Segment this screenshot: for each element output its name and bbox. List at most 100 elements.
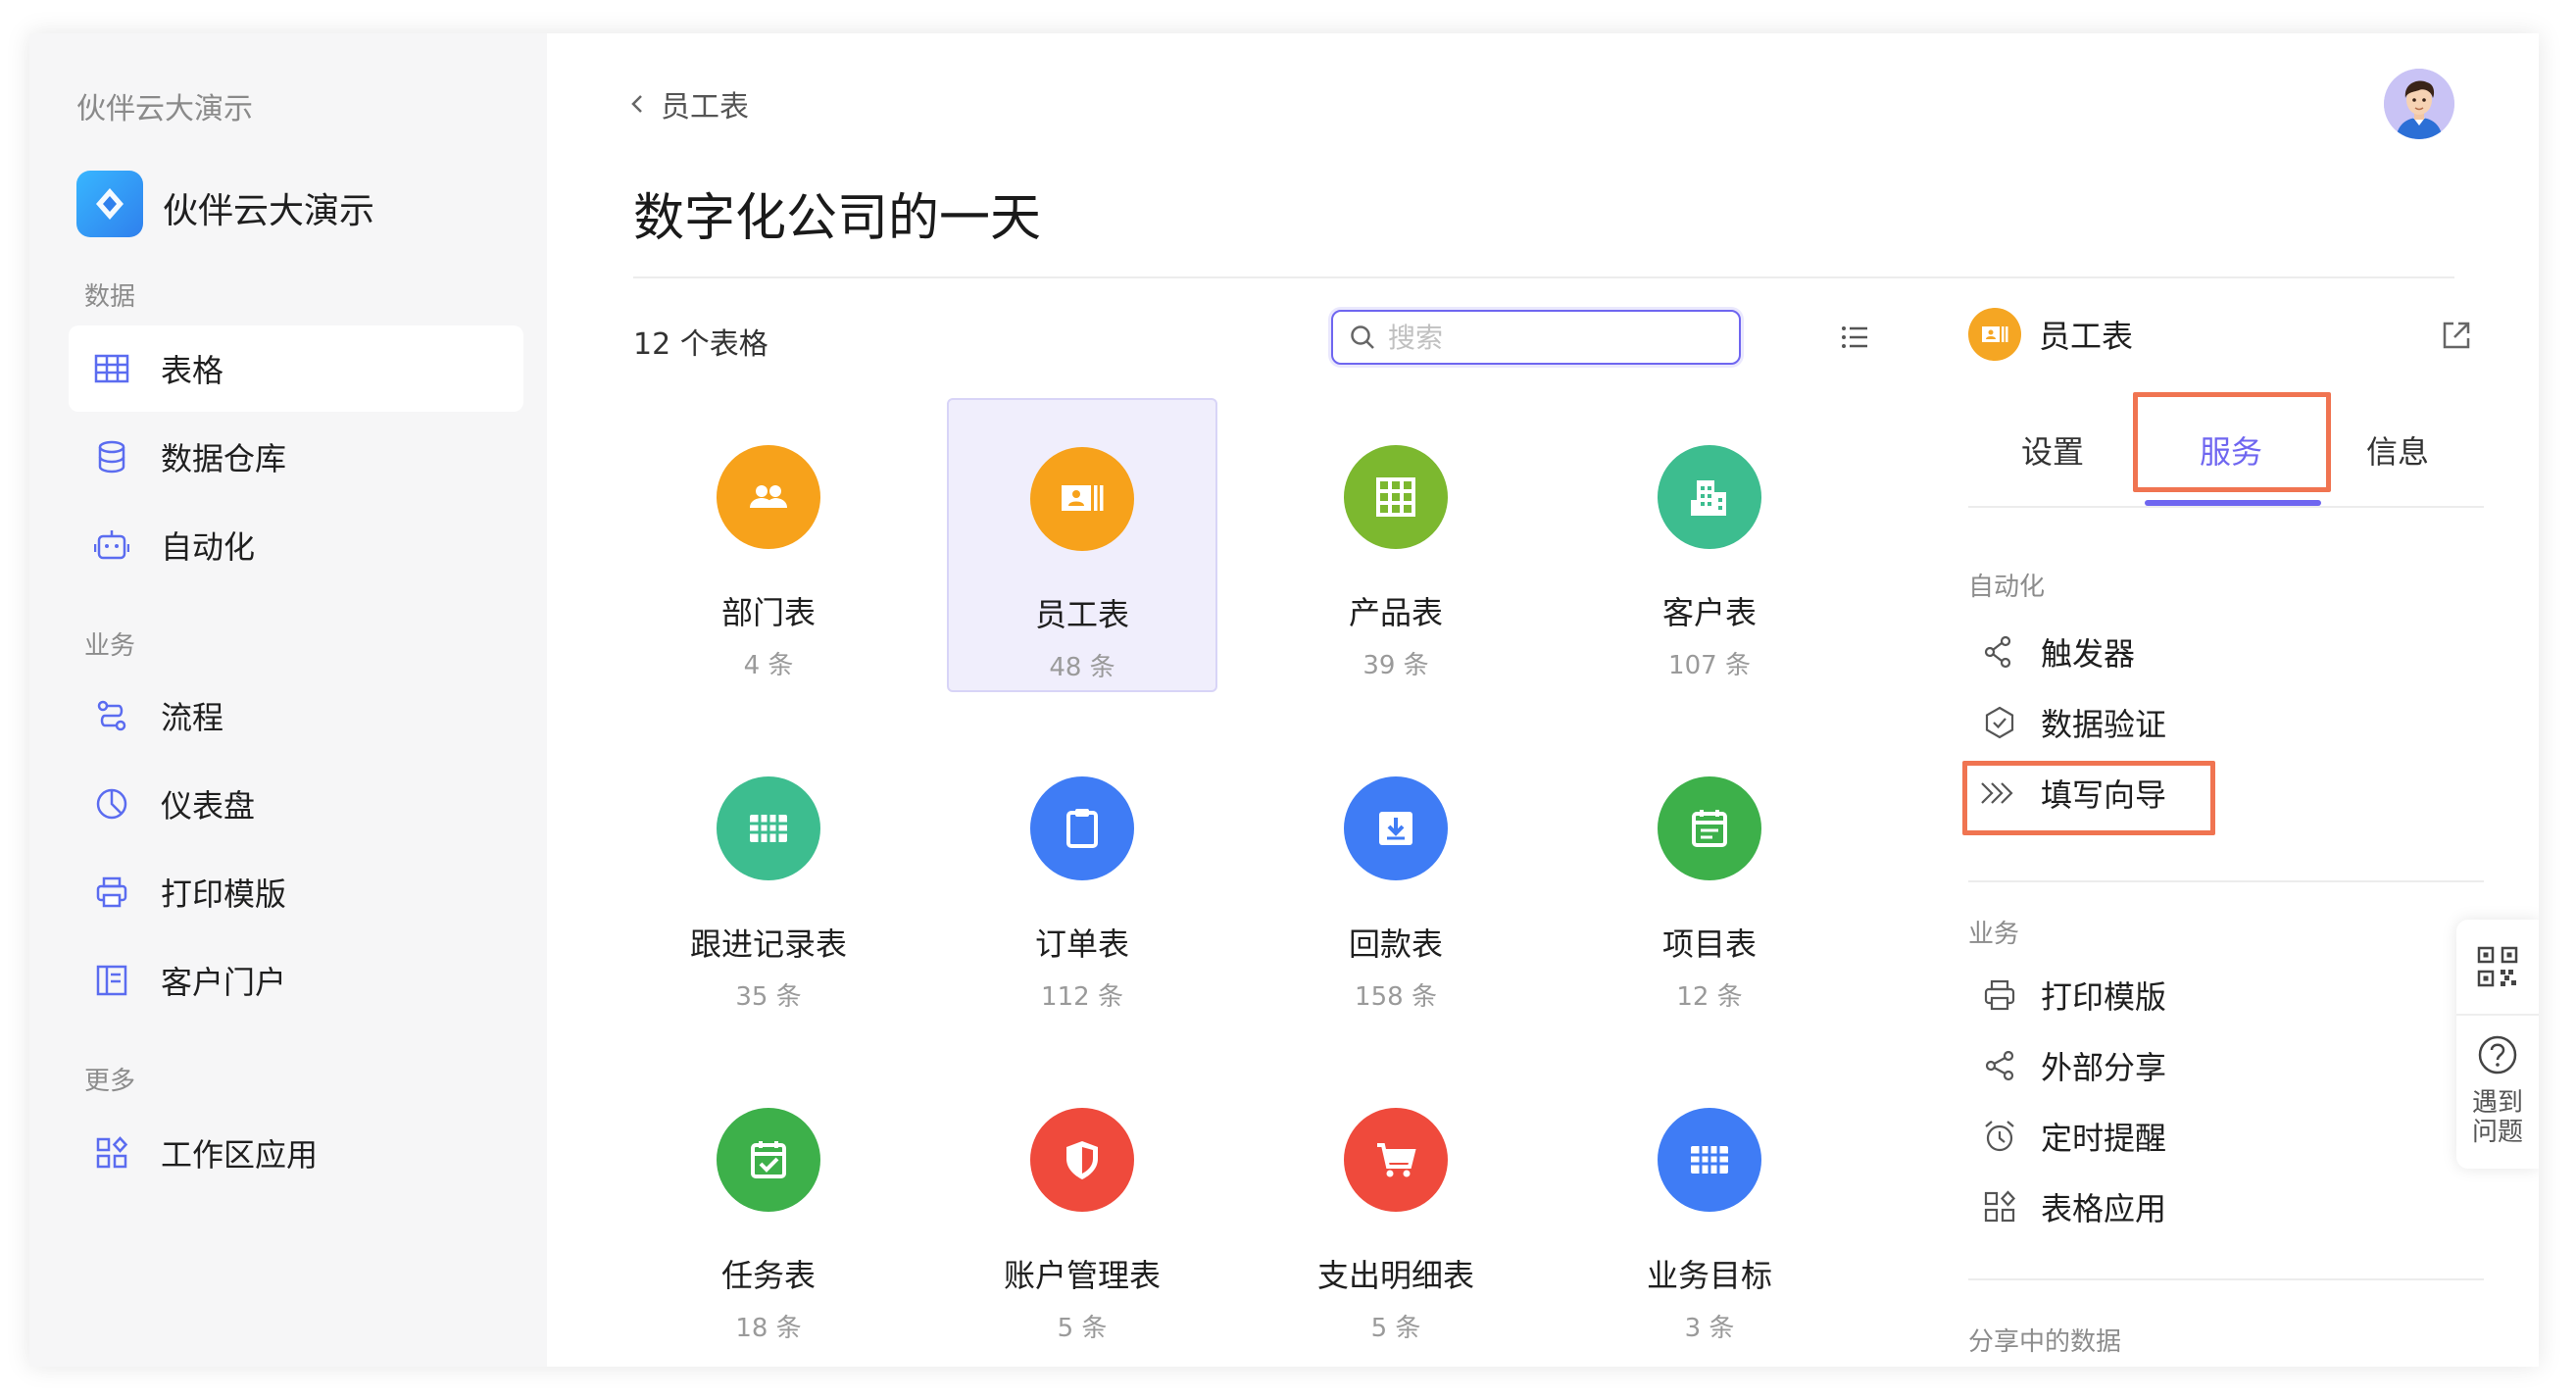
table-card-name: 跟进记录表	[689, 925, 847, 963]
table-card-name: 部门表	[720, 594, 816, 631]
table-card-name: 产品表	[1348, 594, 1443, 631]
table-card-name: 账户管理表	[1003, 1257, 1161, 1294]
panel-title: 员工表	[2039, 318, 2134, 355]
table-card-icon	[717, 776, 820, 880]
panel-header: 员工表	[1968, 308, 2133, 361]
table-card-project[interactable]: 项目表 12 条	[1574, 751, 1845, 1027]
workspace-name[interactable]: 伙伴云大演示	[76, 84, 253, 127]
table-card-count: 112 条	[1041, 982, 1123, 1012]
table-card-name: 任务表	[720, 1257, 816, 1294]
panel-item-scheduled-reminder[interactable]: 定时提醒	[1980, 1114, 2166, 1159]
table-card-employee[interactable]: 员工表 48 条	[947, 398, 1217, 692]
active-tab-indicator	[2145, 500, 2321, 506]
clipboard-icon	[1066, 809, 1098, 848]
section-label-business: 业务	[84, 631, 136, 661]
detail-panel: 员工表 设置 服务 信息 自动化 触发器 数据验证 填写向导 业务 打印模版 外…	[1962, 308, 2484, 1367]
table-card-icon	[1030, 1108, 1134, 1212]
id-card-icon	[1968, 308, 2021, 361]
panel-item-label: 定时提醒	[2041, 1120, 2167, 1157]
chevron-left-icon	[631, 95, 642, 113]
search-box[interactable]	[1331, 310, 1741, 365]
table-card-count: 48 条	[1049, 653, 1115, 682]
table-card-icon	[1030, 776, 1134, 880]
tab-services[interactable]: 服务	[2200, 427, 2262, 473]
panel-tabs: 设置 服务 信息	[1968, 406, 2484, 508]
table-card-payment[interactable]: 回款表 158 条	[1261, 751, 1531, 1027]
table-card-order[interactable]: 订单表 112 条	[947, 751, 1217, 1027]
grid-icon	[1691, 1146, 1728, 1174]
table-card-task[interactable]: 任务表 18 条	[633, 1082, 904, 1359]
table-card-name: 业务目标	[1646, 1257, 1772, 1294]
section-label-more: 更多	[84, 1067, 136, 1096]
panel-item-label: 表格应用	[2041, 1190, 2167, 1227]
share-icon	[1980, 1046, 2019, 1085]
sidebar-item-label: 客户门户	[161, 964, 287, 1001]
breadcrumb[interactable]: 员工表	[629, 82, 749, 125]
panel-item-fill-wizard[interactable]: 填写向导	[1980, 771, 2166, 816]
cart-icon	[1377, 1143, 1416, 1177]
search-input[interactable]	[1388, 321, 1711, 354]
sidebar-item-customer-portal[interactable]: 客户门户	[69, 937, 523, 1024]
grid-icon	[1376, 477, 1415, 517]
help-label[interactable]: 遇到 问题	[2456, 1088, 2539, 1147]
tab-info[interactable]: 信息	[2366, 427, 2429, 473]
sidebar-item-print-template[interactable]: 打印模版	[69, 849, 523, 935]
panel-item-label: 外部分享	[2041, 1049, 2167, 1086]
table-card-icon	[717, 1108, 820, 1212]
portal-icon	[92, 961, 131, 1000]
sidebar-item-label: 工作区应用	[161, 1136, 319, 1174]
section-label-business: 业务	[1968, 920, 2020, 949]
avatar[interactable]	[2384, 69, 2454, 139]
table-card-business-goal[interactable]: 业务目标 3 条	[1574, 1082, 1845, 1359]
panel-item-label: 填写向导	[2041, 776, 2167, 814]
sidebar-item-flow[interactable]: 流程	[69, 673, 523, 759]
validate-icon	[1980, 703, 2019, 742]
qr-code-button[interactable]	[2476, 945, 2519, 988]
table-card-count: 35 条	[735, 982, 802, 1012]
qr-code-icon	[2477, 946, 2518, 987]
table-card-count: 3 条	[1684, 1314, 1735, 1343]
sidebar-item-automation[interactable]: 自动化	[69, 502, 523, 588]
sidebar-item-workspace-apps[interactable]: 工作区应用	[69, 1110, 523, 1196]
people-icon	[750, 485, 787, 508]
panel-item-table-apps[interactable]: 表格应用	[1980, 1184, 2166, 1229]
flow-icon	[92, 696, 131, 735]
panel-item-label: 打印模版	[2041, 978, 2167, 1016]
calendar-icon	[1692, 810, 1727, 847]
section-label-automation: 自动化	[1968, 573, 2046, 602]
panel-item-data-validation[interactable]: 数据验证	[1980, 700, 2166, 745]
table-card-count: 12 条	[1676, 982, 1743, 1012]
table-card-account[interactable]: 账户管理表 5 条	[947, 1082, 1217, 1359]
table-card-count: 39 条	[1362, 651, 1429, 680]
table-card-customer[interactable]: 客户表 107 条	[1574, 420, 1845, 696]
tab-settings[interactable]: 设置	[2021, 427, 2084, 473]
table-card-name: 员工表	[1034, 596, 1129, 633]
table-grid: 部门表 4 条 员工表 48 条 产品表 39 条 客户表 107 条 跟进记录…	[633, 398, 1898, 1359]
table-card-product[interactable]: 产品表 39 条	[1261, 420, 1531, 696]
table-card-name: 回款表	[1348, 925, 1443, 963]
sidebar-item-datawarehouse[interactable]: 数据仓库	[69, 414, 523, 500]
panel-item-external-share[interactable]: 外部分享	[1980, 1043, 2166, 1088]
wizard-icon	[1980, 774, 2019, 813]
panel-item-trigger[interactable]: 触发器	[1980, 629, 2135, 675]
calendar-check-icon	[751, 1141, 786, 1178]
list-view-button[interactable]	[1835, 318, 1874, 357]
table-card-icon	[1030, 447, 1134, 551]
table-card-followup[interactable]: 跟进记录表 35 条	[633, 751, 904, 1027]
id-card-icon	[1062, 485, 1104, 511]
sidebar-item-tables[interactable]: 表格	[69, 325, 523, 412]
table-card-name: 项目表	[1661, 925, 1757, 963]
table-card-count: 4 条	[743, 651, 794, 680]
floating-divider	[2456, 1014, 2539, 1016]
open-external-button[interactable]	[2439, 318, 2474, 353]
table-card-expense[interactable]: 支出明细表 5 条	[1261, 1082, 1531, 1359]
alarm-icon	[1980, 1117, 2019, 1156]
sidebar-item-dashboard[interactable]: 仪表盘	[69, 761, 523, 847]
main-content: 员工表 数字化公司的一天 12 个表格 搜索 部门表 4 条 员工表 48 条 …	[547, 33, 2539, 1367]
table-card-department[interactable]: 部门表 4 条	[633, 420, 904, 696]
table-card-name: 订单表	[1034, 925, 1129, 963]
floating-toolbar: 遇到 问题	[2456, 920, 2539, 1169]
help-button[interactable]	[2476, 1033, 2519, 1076]
help-icon	[2478, 1035, 2517, 1075]
panel-item-print-template[interactable]: 打印模版	[1980, 973, 2166, 1018]
